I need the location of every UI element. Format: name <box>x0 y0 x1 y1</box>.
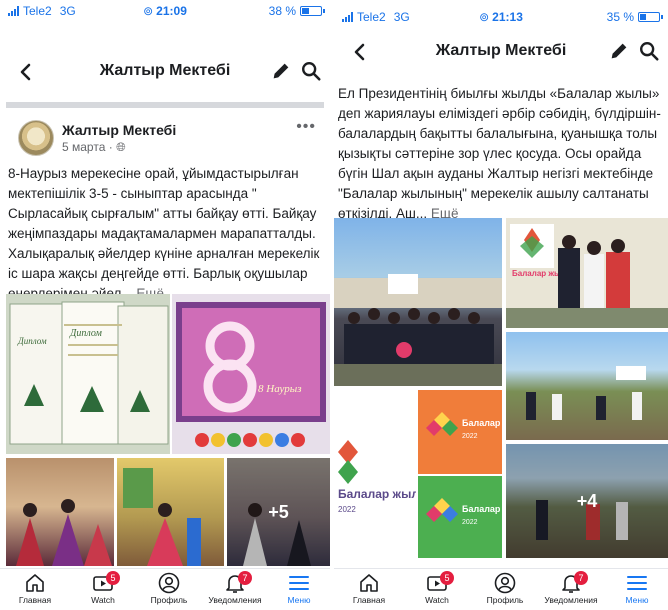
nav-notifications-label: Уведомления <box>544 595 598 605</box>
nav-watch[interactable]: 5 Watch <box>72 571 134 610</box>
watch-badge: 5 <box>106 571 120 585</box>
battery-icon <box>638 12 663 22</box>
profile-icon <box>494 572 516 594</box>
nav-home[interactable]: Главная <box>4 571 66 610</box>
battery-info: 35 % <box>606 10 663 24</box>
logo-year-green: 2022 <box>462 519 478 526</box>
nav-notifications[interactable]: 7 Уведомления <box>204 571 266 610</box>
playground-illustration <box>526 366 646 420</box>
photo-schoolyard[interactable]: +4 <box>506 444 668 558</box>
nav-profile-label: Профиль <box>150 595 188 605</box>
search-icon[interactable] <box>300 60 322 82</box>
photo-group-students[interactable] <box>334 218 502 386</box>
nav-home-label: Главная <box>352 595 386 605</box>
battery-percent: 35 % <box>606 10 634 24</box>
status-bar: Tele2 3G ⊚ 21:09 38 % <box>0 0 330 22</box>
photo-nauryz-board[interactable]: 8 Наурыз <box>172 294 330 454</box>
nav-profile-label: Профиль <box>486 595 524 605</box>
logo-title-orange: Балалар жылы <box>462 418 502 428</box>
menu-icon <box>627 576 647 590</box>
nav-profile[interactable]: Профиль <box>474 571 536 610</box>
logo-white-illustration: Балалар жылы 2022 <box>338 440 416 514</box>
nav-menu[interactable]: Меню <box>606 571 668 610</box>
photo-logo-orange[interactable]: Балалар жылы 2022 <box>418 390 502 474</box>
nav-menu-label: Меню <box>287 595 311 605</box>
profile-icon <box>158 572 180 594</box>
status-time: 21:09 <box>156 4 187 18</box>
diploma-label-2: Диплом <box>17 336 47 346</box>
more-photos-count[interactable]: +5 <box>227 458 330 566</box>
photo-logo-green[interactable]: Балалар жылы 2022 <box>418 476 502 558</box>
nav-watch-label: Watch <box>91 595 115 605</box>
hotspot-icon: ⊚ <box>479 10 490 24</box>
menu-icon <box>289 576 309 590</box>
post-body: Ел Президентінің биылғы жылды «Балалар ж… <box>338 86 661 221</box>
battery-info: 38 % <box>268 4 325 18</box>
post-date[interactable]: 5 марта · <box>62 140 113 154</box>
status-time: 21:13 <box>492 10 523 24</box>
logo-year-large: 2022 <box>338 505 356 514</box>
avatar[interactable] <box>18 120 54 156</box>
edit-pencil-icon[interactable] <box>608 40 630 62</box>
nav-home-label: Главная <box>18 595 52 605</box>
photo-playground[interactable] <box>506 332 668 440</box>
post-meta: 5 марта · 🌐︎ <box>62 140 126 155</box>
edit-pencil-icon[interactable] <box>270 60 292 82</box>
photo-award[interactable]: Балалар жылы <box>506 218 668 328</box>
nav-notifications[interactable]: 7 Уведомления <box>540 571 602 610</box>
post-header: Жалтыр Мектебі 5 марта · 🌐︎ ••• <box>18 118 320 158</box>
nav-watch[interactable]: 5 Watch <box>406 571 468 610</box>
battery-percent: 38 % <box>268 4 296 18</box>
group-illustration <box>334 274 502 386</box>
logo-orange-illustration: Балалар жылы 2022 <box>426 412 502 440</box>
home-icon <box>26 574 44 592</box>
logo-year-orange: 2022 <box>462 433 478 440</box>
nav-menu-label: Меню <box>625 595 649 605</box>
nauryz-label: 8 Наурыз <box>258 383 302 395</box>
left-screen: Tele2 3G ⊚ 21:09 38 % Жалтыр Мектебі Жалт… <box>0 0 330 610</box>
diploma-label: Диплом <box>69 328 102 339</box>
logo-title-green: Балалар жылы <box>462 504 502 514</box>
right-screen: Tele2 3G ⊚ 21:13 35 % Жалтыр Мектебі Ел П… <box>334 0 668 610</box>
bottom-nav: Главная 5 Watch Профиль 7 Уведомления Ме… <box>334 568 668 610</box>
more-options-icon[interactable]: ••• <box>296 118 316 136</box>
nav-profile[interactable]: Профиль <box>138 571 200 610</box>
section-divider <box>6 102 324 108</box>
diploma-illustration: Диплом Диплом <box>6 294 170 454</box>
more-photos-count[interactable]: +4 <box>506 444 668 558</box>
battery-fill <box>640 14 646 20</box>
notifications-badge: 7 <box>574 571 588 585</box>
photo-dance-1[interactable] <box>6 458 114 566</box>
post-author[interactable]: Жалтыр Мектебі <box>62 122 176 138</box>
post-text: Ел Президентінің биылғы жылды «Балалар ж… <box>338 84 664 224</box>
page-header: Жалтыр Мектебі <box>334 32 668 72</box>
dance-1-illustration <box>16 499 112 566</box>
status-bar: Tele2 3G ⊚ 21:13 35 % <box>334 6 668 28</box>
bottom-nav: Главная 5 Watch Профиль 7 Уведомления Ме… <box>0 568 330 610</box>
search-icon[interactable] <box>638 40 660 62</box>
photo-dance-2[interactable] <box>117 458 224 566</box>
logo-title-large: Балалар жылы <box>338 487 416 501</box>
page-header: Жалтыр Мектебі <box>0 52 330 92</box>
nav-watch-label: Watch <box>425 595 449 605</box>
home-icon <box>360 574 378 592</box>
award-illustration: Балалар жылы <box>506 218 668 328</box>
battery-icon <box>300 6 325 16</box>
photo-dance-3[interactable]: +5 <box>227 458 330 566</box>
notifications-badge: 7 <box>238 571 252 585</box>
nav-notifications-label: Уведомления <box>208 595 262 605</box>
battery-fill <box>302 8 309 14</box>
dance-2-illustration <box>123 468 201 566</box>
photo-logo-white[interactable]: Балалар жылы 2022 <box>334 390 416 558</box>
watch-badge: 5 <box>440 571 454 585</box>
nav-home[interactable]: Главная <box>338 571 400 610</box>
logo-green-illustration: Балалар жылы 2022 <box>426 498 502 526</box>
post-body: 8-Наурыз мерекесіне орай, ұйымдастырылға… <box>8 166 320 301</box>
globe-icon: 🌐︎ <box>116 140 126 154</box>
hotspot-icon: ⊚ <box>143 4 154 18</box>
nav-menu[interactable]: Меню <box>268 571 330 610</box>
nauryz-illustration: 8 Наурыз <box>172 294 330 454</box>
photo-diplomas[interactable]: Диплом Диплом <box>6 294 170 454</box>
post-text: 8-Наурыз мерекесіне орай, ұйымдастырылға… <box>8 164 322 304</box>
